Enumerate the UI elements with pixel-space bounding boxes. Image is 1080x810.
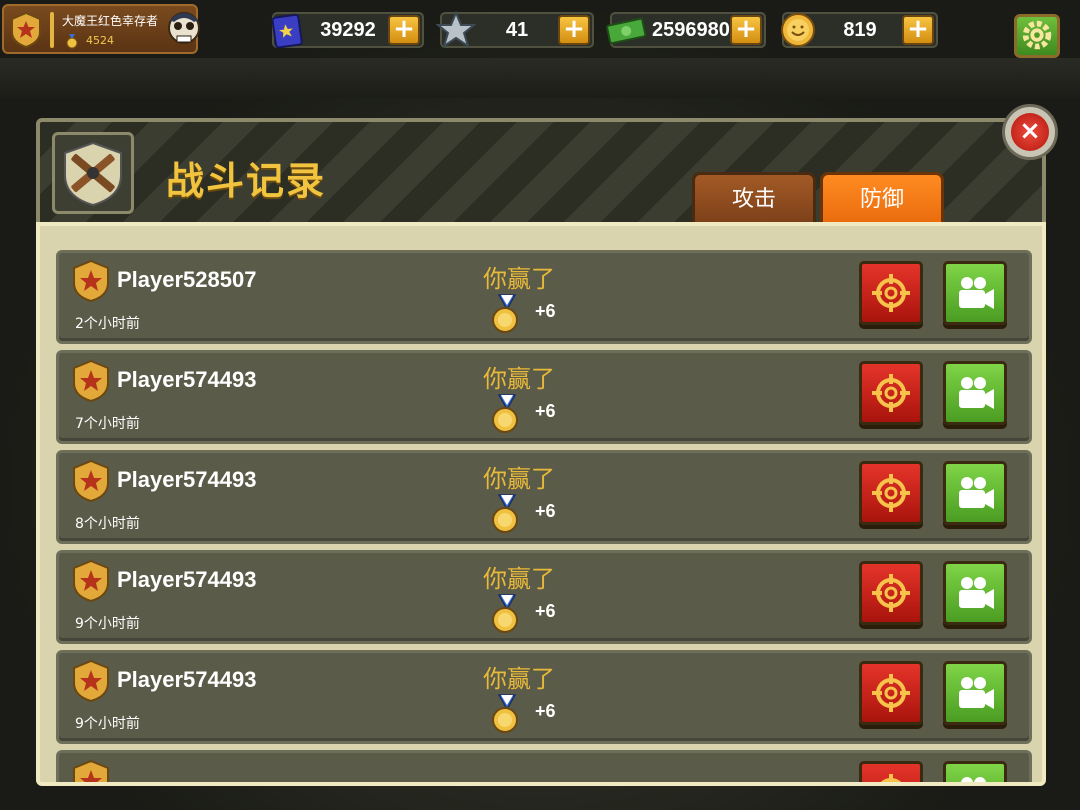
revenge-attack-button[interactable] (859, 761, 923, 782)
trophy-change: +6 (535, 601, 556, 621)
replay-video-button[interactable] (943, 561, 1007, 625)
record-time: 9个小时前 (75, 716, 140, 732)
record-time: 2个小时前 (75, 316, 140, 332)
crosshair-icon (880, 774, 902, 782)
battle-record-row: Player528507 2个小时前 你赢了 +6 (56, 250, 1032, 344)
battle-record-list[interactable]: Player528507 2个小时前 你赢了 +6 Player574493 7… (36, 222, 1046, 786)
battle-result: 你赢了 (483, 665, 555, 693)
rank-badge-icon (73, 359, 109, 403)
crosshair-icon (872, 574, 910, 612)
revenge-attack-button[interactable] (859, 661, 923, 725)
cash-count: 2596980 (652, 19, 730, 41)
replay-video-button[interactable] (943, 361, 1007, 425)
top-bar: 大魔王红色幸存者 4524 39292 + 41 + 2596980 + 819… (0, 0, 1080, 58)
opponent-name: Player574493 (117, 567, 257, 592)
medal-icon (492, 494, 518, 533)
close-button[interactable]: × (1002, 104, 1058, 160)
video-camera-icon (961, 777, 986, 782)
player-name: 大魔王红色幸存者 (62, 14, 159, 28)
rank-badge-icon (73, 659, 109, 703)
battle-result: 你赢了 (483, 265, 555, 293)
cash-icon (606, 17, 646, 45)
revenge-attack-button[interactable] (859, 261, 923, 325)
opponent-name: Player574493 (117, 467, 257, 492)
book-icon (271, 13, 303, 49)
rank-badge-icon (73, 259, 109, 303)
background-band (0, 58, 1080, 98)
rank-badge-icon (73, 459, 109, 503)
close-icon: × (1011, 113, 1049, 151)
medal-icon (492, 294, 518, 333)
battle-log-panel: 战斗记录 攻击 防御 × Player528507 2个小时前 你赢了 +6 P… (36, 104, 1058, 786)
rank-badge-icon (73, 759, 109, 782)
battle-result: 你赢了 (483, 565, 555, 593)
battle-record-row: Player574493 8个小时前 你赢了 +6 (56, 450, 1032, 544)
opponent-name: Player528507 (117, 267, 257, 292)
opponent-name: Player574493 (117, 667, 257, 692)
settings-button[interactable] (1014, 14, 1060, 58)
replay-video-button[interactable] (943, 261, 1007, 325)
player-profile[interactable]: 大魔王红色幸存者 4524 (2, 4, 200, 54)
skull-avatar-icon (168, 12, 200, 44)
video-camera-icon (959, 277, 994, 309)
medal-icon (492, 394, 518, 433)
battle-record-row: Player574493 9个小时前 你赢了 +6 (56, 550, 1032, 644)
battle-record-row (56, 750, 1032, 782)
battle-record-row: Player574493 7个小时前 你赢了 +6 (56, 350, 1032, 444)
add-cash-button[interactable]: + (730, 15, 762, 45)
replay-video-button[interactable] (943, 461, 1007, 525)
crosshair-icon (872, 274, 910, 312)
record-time: 8个小时前 (75, 516, 140, 532)
video-camera-icon (959, 577, 994, 609)
record-time: 7个小时前 (75, 416, 140, 432)
add-book-button[interactable]: + (388, 15, 420, 45)
medal-icon (492, 694, 518, 733)
profile-separator (50, 12, 54, 48)
trophy-change: +6 (535, 301, 556, 321)
revenge-attack-button[interactable] (859, 461, 923, 525)
coin-count: 819 (843, 19, 877, 41)
crossed-guns-icon (52, 132, 134, 214)
trophy-change: +6 (535, 401, 556, 421)
resource-star: 41 + (436, 10, 594, 49)
crosshair-icon (872, 474, 910, 512)
player-score: 4524 (86, 34, 114, 47)
trophy-change: +6 (535, 501, 556, 521)
crosshair-icon (872, 374, 910, 412)
panel-title: 战斗记录 (166, 159, 327, 203)
trophy-change: +6 (535, 701, 556, 721)
star-count: 41 (505, 19, 529, 41)
coin-icon (781, 13, 815, 47)
rank-badge-icon (11, 12, 41, 48)
battle-result: 你赢了 (483, 365, 555, 393)
add-coin-button[interactable]: + (902, 15, 934, 45)
resource-cash: 2596980 + (606, 12, 766, 48)
video-camera-icon (959, 677, 994, 709)
opponent-name: Player574493 (117, 367, 257, 392)
medal-icon (492, 594, 518, 633)
record-time: 9个小时前 (75, 616, 140, 632)
replay-video-button[interactable] (943, 761, 1007, 782)
rank-badge-icon (73, 559, 109, 603)
panel-header: 战斗记录 攻击 防御 (36, 118, 1046, 226)
book-count: 39292 (320, 19, 376, 41)
replay-video-button[interactable] (943, 661, 1007, 725)
video-camera-icon (959, 377, 994, 409)
crosshair-icon (872, 674, 910, 712)
add-star-button[interactable]: + (558, 15, 590, 45)
revenge-attack-button[interactable] (859, 361, 923, 425)
battle-result: 你赢了 (483, 465, 555, 493)
battle-record-row: Player574493 9个小时前 你赢了 +6 (56, 650, 1032, 744)
star-icon (436, 10, 476, 49)
tab-attack[interactable]: 攻击 (692, 172, 816, 226)
video-camera-icon (959, 477, 994, 509)
medal-icon (66, 34, 78, 49)
tab-defense[interactable]: 防御 (820, 172, 944, 226)
resource-coin: 819 + (781, 12, 938, 48)
revenge-attack-button[interactable] (859, 561, 923, 625)
gear-icon (1022, 20, 1052, 50)
resource-book: 39292 + (271, 12, 424, 49)
